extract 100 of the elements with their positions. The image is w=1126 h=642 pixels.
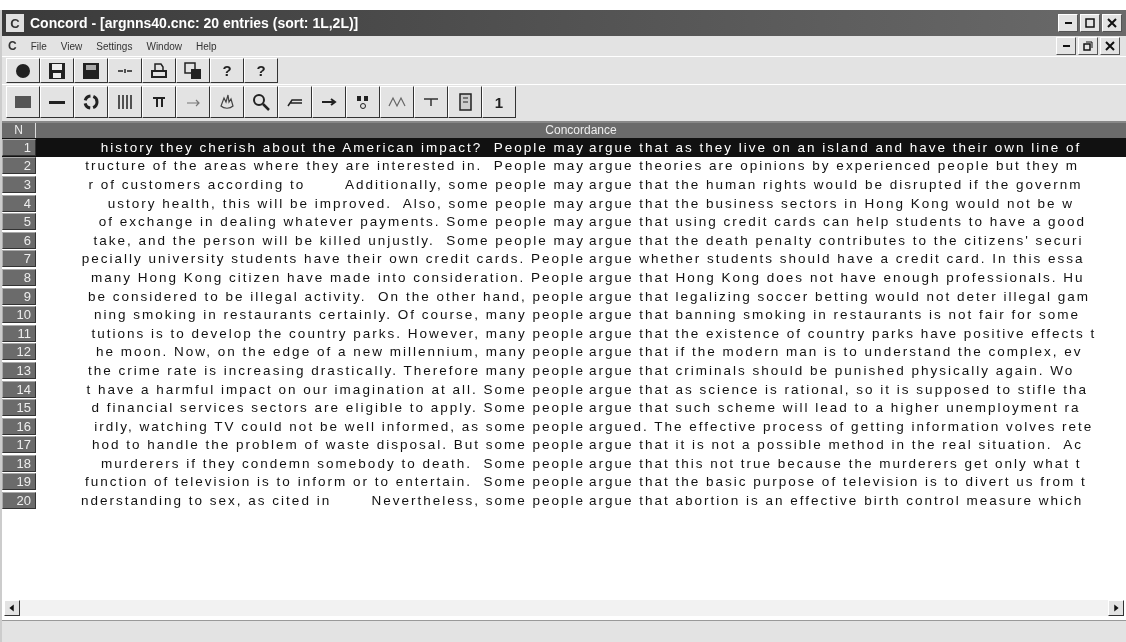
search-icon xyxy=(251,92,271,112)
toolbar-button[interactable] xyxy=(142,58,176,83)
menu-item[interactable]: File xyxy=(30,40,47,52)
close-button[interactable] xyxy=(1100,37,1120,55)
maximize-button[interactable] xyxy=(1080,14,1100,32)
copy-icon xyxy=(183,60,203,81)
restore-button[interactable] xyxy=(1078,37,1098,55)
left-context: take, and the person will be killed unjustly. Some people may xyxy=(92,232,586,248)
recycle-icon xyxy=(81,92,101,112)
left-context: pecially university students have their own credit cards. People xyxy=(80,251,586,267)
row-number: 16 xyxy=(2,417,36,435)
left-context: function of television is to inform or to entertain. Some people xyxy=(84,474,586,490)
save-icon xyxy=(47,60,67,81)
row-number: 19 xyxy=(2,473,36,491)
row-number: 10 xyxy=(2,306,36,324)
menu-item[interactable]: Settings xyxy=(96,40,133,52)
toolbar-button[interactable] xyxy=(108,58,142,83)
toolbar-button[interactable] xyxy=(6,58,40,83)
toolbar-button[interactable] xyxy=(380,86,414,118)
right-context: argue that this not true because the murderers get only what t xyxy=(589,455,1083,471)
row-number: 1 xyxy=(2,138,36,156)
maximize-icon xyxy=(1085,18,1095,28)
left-context: the crime rate is increasing drastically. Therefore many people xyxy=(87,362,586,378)
toolbar-button[interactable] xyxy=(346,86,380,118)
row-number: 18 xyxy=(2,454,36,472)
left-context: ustory health, this will be improved. Also, some people may xyxy=(106,195,586,211)
row-number: 9 xyxy=(2,287,36,305)
right-context: argue that Hong Kong does not have enough professionals. Hu xyxy=(589,269,1086,285)
row-number: 4 xyxy=(2,194,36,212)
right-context: argue that abortion is an effective birth control measure which xyxy=(589,493,1085,509)
toolbar-button[interactable] xyxy=(244,86,278,118)
row-number: 20 xyxy=(2,492,36,510)
toolbar-button[interactable]: ? xyxy=(244,58,278,83)
left-context: hod to handle the problem of waste disposal. But some people xyxy=(91,437,586,453)
right-context: argued. The effective process of getting information volves rete xyxy=(589,418,1095,434)
app-icon: C xyxy=(6,14,24,32)
toolbar-button[interactable] xyxy=(312,86,346,118)
row-number: 6 xyxy=(2,231,36,249)
left-context: d financial services sectors are eligible to apply. Some people xyxy=(90,400,586,416)
minimize-icon xyxy=(1064,22,1072,24)
row-number: 13 xyxy=(2,361,36,379)
row-number: 17 xyxy=(2,436,36,454)
system-menu-icon[interactable]: C xyxy=(8,39,17,53)
right-context: argue that it is not a possible method in the real situation. Ac xyxy=(589,437,1084,453)
scroll-right-icon[interactable] xyxy=(1108,600,1124,616)
toolbar-button[interactable] xyxy=(278,86,312,118)
right-context: argue that banning smoking in restaurants is not fair for some xyxy=(589,307,1081,323)
menu-item[interactable]: Window xyxy=(146,40,182,52)
toolbar-button[interactable] xyxy=(108,86,142,118)
toolbar-button[interactable] xyxy=(74,58,108,83)
restore-icon xyxy=(1083,41,1093,51)
right-context: argue that such scheme will lead to a higher unemployment ra xyxy=(589,400,1082,416)
left-context: he moon. Now, on the edge of a new millennium, many people xyxy=(95,344,586,360)
toolbar-button[interactable] xyxy=(176,58,210,83)
toolbar-button[interactable] xyxy=(40,86,74,118)
toolbar-button[interactable] xyxy=(414,86,448,118)
toolbar-button[interactable] xyxy=(176,86,210,118)
left-context: nderstanding to sex, as cited in Nevertheless, some people xyxy=(80,493,586,509)
toolbar-button[interactable] xyxy=(448,86,482,118)
toolbar-button[interactable]: 1 xyxy=(482,86,516,118)
columns-icon xyxy=(115,92,135,112)
toolbar-button[interactable] xyxy=(6,86,40,118)
toolbar-button[interactable] xyxy=(210,86,244,118)
row-number: 5 xyxy=(2,213,36,231)
plus-icon xyxy=(423,98,439,106)
toolbar-button[interactable] xyxy=(74,86,108,118)
scroll-left-icon[interactable] xyxy=(4,600,20,616)
selected-row[interactable]: 1 history they cherish about the American impact? People may argue that as they live on an island and have their own line of xyxy=(2,138,1126,157)
minimize-button[interactable] xyxy=(1058,14,1078,32)
floppy-icon xyxy=(81,60,101,81)
print-icon xyxy=(149,60,169,81)
close-button[interactable] xyxy=(1102,14,1122,32)
lines-icon xyxy=(117,67,133,74)
minimize-icon xyxy=(1062,45,1070,47)
left-context: tutions is to develop the country parks. However, many people xyxy=(90,325,586,341)
right-context: argue that criminals should be punished physically again. Wo xyxy=(589,362,1076,378)
toolbar-button[interactable] xyxy=(40,58,74,83)
right-context: argue that if the modern man is to understand the complex, ev xyxy=(589,344,1084,360)
close-icon xyxy=(1105,41,1115,51)
right-context: argue that the existence of country parks have positive effects t xyxy=(589,325,1098,341)
left-context: history they cherish about the American impact? People may xyxy=(99,139,586,155)
window-title: Concord - [argnns40.cnc: 20 entries (sort: 1L,2L)] xyxy=(30,15,360,31)
right-context: argue that the basic purpose of television is to divert us from t xyxy=(589,474,1088,490)
left-context: murderers if they condemn somebody to death. Some people xyxy=(100,455,586,471)
menu-item[interactable]: View xyxy=(60,40,83,52)
horizontal-scrollbar[interactable] xyxy=(4,600,1124,616)
minimize-button[interactable] xyxy=(1056,37,1076,55)
row-number: 7 xyxy=(2,250,36,268)
left-context: of exchange in dealing whatever payments. Some people may xyxy=(97,214,586,230)
left-context: tructure of the areas where they are interested in. People may xyxy=(84,158,586,174)
right-context: argue that as science is rational, so it is supposed to stifle tha xyxy=(589,381,1089,397)
dash-icon xyxy=(49,100,65,104)
right-context: argue that the human rights would be disrupted if the governm xyxy=(589,177,1084,192)
menu-item[interactable]: Help xyxy=(196,40,217,52)
toolbar-button[interactable]: ? xyxy=(210,58,244,83)
row-number: 8 xyxy=(2,268,36,286)
row-number: 12 xyxy=(2,343,36,361)
left-context: ning smoking in restaurants certainly. Of course, many people xyxy=(93,307,586,323)
row-number: 11 xyxy=(2,324,36,342)
toolbar-button[interactable] xyxy=(142,86,176,118)
